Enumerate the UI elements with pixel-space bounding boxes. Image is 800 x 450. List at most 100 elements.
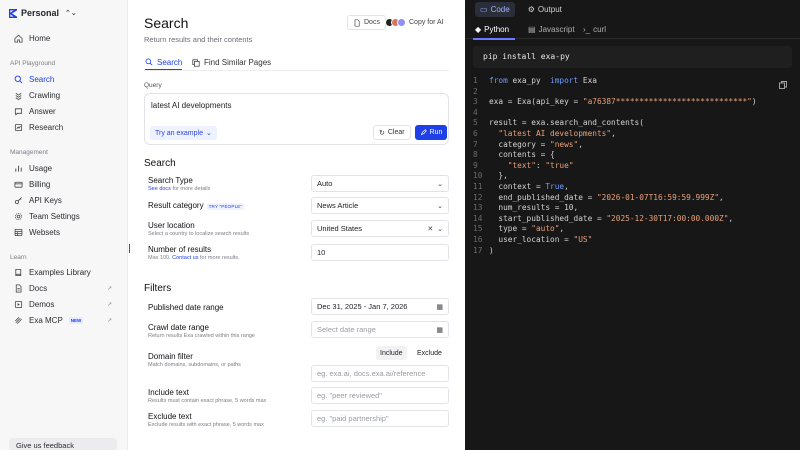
stack-icon <box>192 58 200 67</box>
published-date-picker[interactable]: Dec 31, 2025 - Jan 7, 2026 ▦ <box>311 298 449 315</box>
code-line: 16 user_location = "US" <box>473 235 757 246</box>
exclude-text-input[interactable]: eg. "paid partnership" <box>311 410 449 427</box>
code-token: "US" <box>573 234 593 244</box>
user-location-select[interactable]: United States ✕ ⌄ <box>311 220 449 237</box>
tab-curl[interactable]: ›_ curl <box>583 25 606 34</box>
exclude-text-hint: Exclude results with exact phrase, 5 wor… <box>148 422 264 428</box>
search-type-label: Search Type <box>148 176 193 185</box>
code-token: end_published_date = <box>489 192 597 202</box>
install-command[interactable]: pip install exa-py <box>473 46 792 68</box>
code-token: "news" <box>550 139 579 149</box>
line-number: 2 <box>473 86 478 96</box>
code-token: start_published_date = <box>489 213 607 223</box>
line-number: 11 <box>473 181 483 191</box>
sidebar-item-billing[interactable]: Billing <box>6 177 120 192</box>
sidebar-item-usage[interactable]: Usage <box>6 161 120 176</box>
search-icon <box>145 58 153 66</box>
line-number: 12 <box>473 192 483 202</box>
document-icon <box>15 284 22 293</box>
code-line: 2 <box>473 87 757 98</box>
main-panel: Search Return results and their contents… <box>128 0 465 450</box>
code-line: 11 context = True, <box>473 182 757 193</box>
try-people-tag[interactable]: TRY "PEOPLE" <box>206 203 245 210</box>
line-number: 13 <box>473 203 483 213</box>
result-category-select[interactable]: News Article ⌄ <box>311 197 449 214</box>
tab-code[interactable]: ▭ Code <box>475 2 515 17</box>
sidebar-item-research[interactable]: Research <box>6 120 120 135</box>
feedback-button[interactable]: Give us feedback <box>9 438 117 450</box>
code-line: 1 from exa_py import Exa <box>473 76 757 87</box>
copy-icon[interactable] <box>778 80 788 90</box>
clear-x-icon[interactable]: ✕ ⌄ <box>427 225 443 233</box>
line-number: 10 <box>473 171 483 181</box>
calendar-icon: ▦ <box>436 303 443 311</box>
domain-filter-input[interactable]: eg. exa.ai, docs.exa.ai/reference <box>311 365 449 382</box>
see-docs-link[interactable]: See docs <box>148 186 171 192</box>
include-text-input[interactable]: eg. "peer reviewed" <box>311 387 449 404</box>
include-toggle[interactable]: Include <box>376 346 407 360</box>
try-example-button[interactable]: Try an example ⌄ <box>150 126 217 140</box>
line-number: 16 <box>473 234 483 244</box>
code-token: "true" <box>545 160 574 170</box>
line-number: 6 <box>473 128 478 138</box>
exa-logo-icon <box>9 8 17 18</box>
line-number: 15 <box>473 224 483 234</box>
code-token: type = <box>489 224 532 234</box>
code-token: , <box>611 128 616 138</box>
code-token: , <box>728 213 734 223</box>
filters-heading: Filters <box>144 283 172 294</box>
search-type-select[interactable]: Auto ⌄ <box>311 175 449 192</box>
usage-icon <box>15 165 22 172</box>
code-token: "2026-01-07T16:59:59.999Z" <box>596 192 720 202</box>
line-number: 8 <box>473 150 478 160</box>
sidebar-item-api-keys[interactable]: API Keys <box>6 193 120 208</box>
tab-python[interactable]: ◆ Python <box>475 25 509 34</box>
sidebar-item-websets[interactable]: Websets <box>6 225 120 240</box>
sidebar-item-examples-library[interactable]: Examples Library <box>6 265 120 280</box>
run-button[interactable]: Run <box>415 125 447 140</box>
code-block[interactable]: 1 from exa_py import Exa 2 3 exa = Exa(api_k… <box>473 76 757 256</box>
code-line: 6 "latest AI developments", <box>473 129 757 140</box>
tab-javascript[interactable]: ▤ Javascript <box>528 25 575 34</box>
ai-provider-icons <box>385 18 406 27</box>
code-token: , <box>578 139 583 149</box>
new-badge: NEW <box>68 317 84 324</box>
code-token: , <box>559 224 565 234</box>
sidebar-item-docs[interactable]: Docs ↗ <box>6 281 120 296</box>
num-results-hint: Max 100. Contact us for more results. <box>148 255 240 261</box>
sidebar-item-crawling[interactable]: Crawling <box>6 88 120 103</box>
code-token: }, <box>489 171 508 181</box>
tab-search[interactable]: Search <box>145 55 183 70</box>
page-subtitle: Return results and their contents <box>144 35 253 44</box>
line-number: 14 <box>473 213 483 223</box>
crawl-date-picker[interactable]: Select date range ▦ <box>311 321 449 338</box>
contact-us-link[interactable]: Contact us <box>172 255 198 261</box>
sidebar-item-answer[interactable]: Answer <box>6 104 120 119</box>
sidebar-item-demos[interactable]: Demos ↗ <box>6 297 120 312</box>
terminal-icon: ›_ <box>583 25 591 34</box>
sidebar-item-search[interactable]: Search <box>6 72 120 87</box>
resize-handle[interactable] <box>129 244 130 253</box>
num-results-input[interactable]: 10 <box>311 244 449 261</box>
tab-find-similar-pages[interactable]: Find Similar Pages <box>192 55 271 70</box>
code-line: 15 type = "auto", <box>473 224 757 235</box>
docs-button[interactable]: Docs <box>347 15 386 30</box>
section-management: Management <box>10 149 48 156</box>
sidebar-item-home[interactable]: Home <box>6 31 120 46</box>
tab-output[interactable]: ⚙ Output <box>523 2 567 17</box>
sidebar-item-exa-mcp[interactable]: Exa MCP NEW ↗ <box>6 313 120 328</box>
copy-for-ai-button[interactable]: Copy for AI <box>385 15 444 30</box>
exclude-toggle[interactable]: Exclude <box>413 346 446 360</box>
clear-button[interactable]: ↻ Clear <box>373 125 411 140</box>
domain-filter-hint: Match domains, subdomains, or paths <box>148 362 241 368</box>
code-view-tabs: ▭ Code ⚙ Output <box>475 2 567 17</box>
code-token: True <box>545 181 565 191</box>
sidebar-item-team-settings[interactable]: Team Settings <box>6 209 120 224</box>
code-token: ) <box>751 97 757 107</box>
python-icon: ◆ <box>475 25 482 34</box>
section-api-playground: API Playground <box>10 60 56 67</box>
workspace-switcher[interactable]: Personal ⌃⌄ <box>9 8 77 18</box>
code-token: Exa <box>582 76 597 85</box>
query-input[interactable]: latest AI developments <box>151 101 232 110</box>
chevron-down-icon: ⌄ <box>437 180 443 188</box>
